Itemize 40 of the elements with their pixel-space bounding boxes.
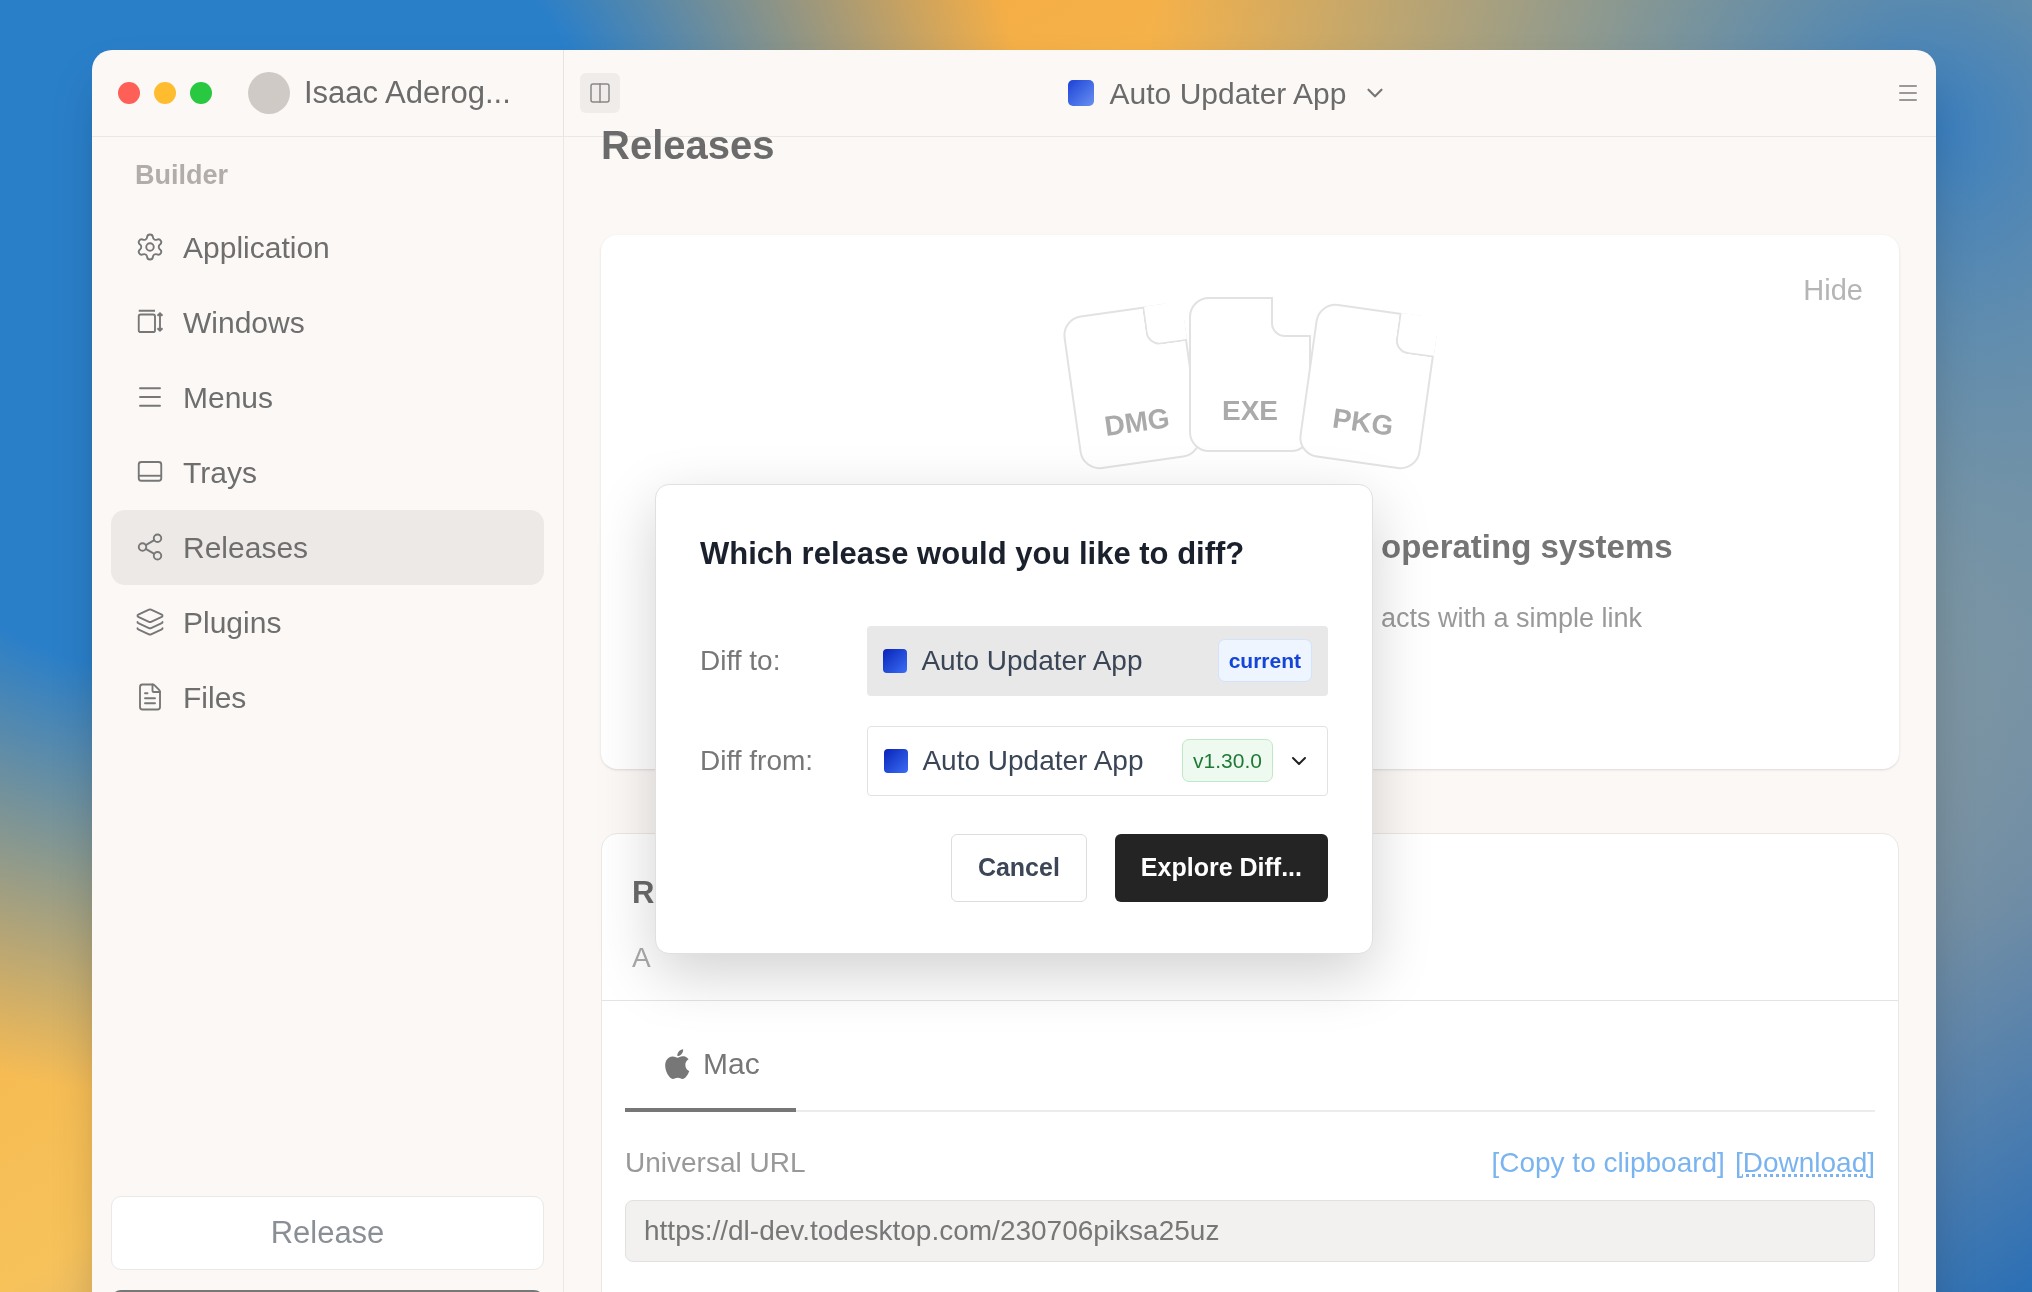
- close-window-button[interactable]: [118, 82, 140, 104]
- sidebar-item[interactable]: Plugins: [111, 584, 544, 660]
- section-heading: Builder: [134, 159, 229, 192]
- settings-icon: [135, 232, 165, 262]
- share-nodes-icon: [135, 532, 165, 562]
- avatar: [248, 72, 290, 114]
- field-label: Diff to:: [700, 643, 782, 678]
- release-field: Auto Updater App current: [867, 625, 1328, 696]
- version-badge: v1.30.0: [1182, 738, 1273, 783]
- platform-tab[interactable]: Mac: [625, 1041, 796, 1112]
- cancel-button[interactable]: Cancel: [950, 833, 1087, 902]
- card-description: acts with a simple link: [1381, 601, 1644, 635]
- sidebar-item[interactable]: Menus: [111, 359, 544, 435]
- layers-icon: [135, 607, 165, 637]
- minimize-window-button[interactable]: [154, 82, 176, 104]
- app-icon: [883, 648, 908, 673]
- page-title: Releases: [601, 125, 776, 165]
- card-description: A: [632, 940, 651, 975]
- sidebar-item[interactable]: Trays: [111, 434, 544, 510]
- maximize-window-button[interactable]: [190, 82, 212, 104]
- sidebar-item[interactable]: Application: [111, 209, 544, 285]
- app-icon: [1067, 80, 1094, 106]
- app-title[interactable]: Auto Updater App: [1109, 70, 1347, 116]
- app-icon: [884, 748, 909, 773]
- sidebar-item[interactable]: Releases: [111, 509, 544, 585]
- release-select[interactable]: Auto Updater App v1.30.0: [867, 725, 1328, 796]
- sidebar-item[interactable]: Files: [111, 659, 544, 735]
- explore-diff-button[interactable]: Explore Diff...: [1114, 833, 1328, 902]
- sidebar-toggle-button[interactable]: [580, 73, 620, 113]
- card-heading: operating systems: [1381, 527, 1674, 567]
- user-name[interactable]: Isaac Aderog...: [304, 69, 511, 117]
- sidebar-item[interactable]: Windows: [111, 284, 544, 360]
- url-field[interactable]: https://dl-dev.todesktop.com/230706piksa25uz: [625, 1200, 1875, 1262]
- card-heading: R: [632, 874, 655, 912]
- sidebar-panel-icon: [588, 81, 612, 105]
- dialog-title: Which release would you like to diff?: [700, 535, 1246, 573]
- release-button[interactable]: Release: [111, 1196, 544, 1270]
- field-label: Universal URL: [625, 1146, 806, 1180]
- current-badge: current: [1217, 638, 1312, 683]
- field-label: Diff from:: [700, 743, 815, 778]
